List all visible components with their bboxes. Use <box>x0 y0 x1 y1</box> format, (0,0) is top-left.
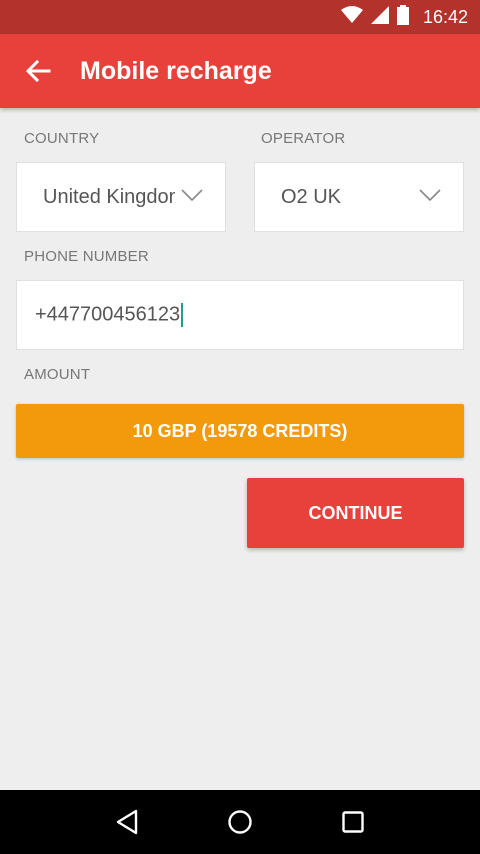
amount-selector-button[interactable]: 10 GBP (19578 CREDITS) <box>16 404 464 458</box>
app-bar: Mobile recharge <box>0 34 480 108</box>
triangle-back-icon <box>116 809 137 835</box>
status-time: 16:42 <box>422 6 468 27</box>
chevron-down-icon <box>181 189 203 202</box>
nav-recents-button[interactable] <box>333 802 373 842</box>
text-cursor <box>181 303 184 327</box>
operator-value: O2 UK <box>281 185 342 208</box>
wifi-icon <box>340 5 363 29</box>
operator-dropdown[interactable]: O2 UK <box>254 162 464 232</box>
phone-number-label: PHONE NUMBER <box>24 248 149 265</box>
country-value: United Kingdom <box>43 185 175 208</box>
continue-button[interactable]: CONTINUE <box>247 478 464 548</box>
amount-label: AMOUNT <box>24 366 91 383</box>
battery-icon <box>396 4 409 30</box>
square-recents-icon <box>342 811 365 833</box>
nav-back-button[interactable] <box>107 802 147 842</box>
operator-label: OPERATOR <box>261 130 346 147</box>
system-navigation-bar <box>0 790 480 854</box>
arrow-back-icon <box>25 59 51 83</box>
country-dropdown[interactable]: United Kingdom <box>16 162 226 232</box>
nav-home-button[interactable] <box>220 802 260 842</box>
circle-home-icon <box>228 810 252 834</box>
chevron-down-icon <box>419 189 441 202</box>
status-bar: 16:42 <box>0 0 480 34</box>
country-label: COUNTRY <box>24 130 100 147</box>
back-button[interactable] <box>20 53 56 89</box>
page-title: Mobile recharge <box>80 56 272 85</box>
phone-number-input[interactable]: +447700456123 <box>16 280 464 350</box>
cellular-signal-icon <box>370 5 389 29</box>
phone-number-value: +447700456123 <box>35 303 184 327</box>
